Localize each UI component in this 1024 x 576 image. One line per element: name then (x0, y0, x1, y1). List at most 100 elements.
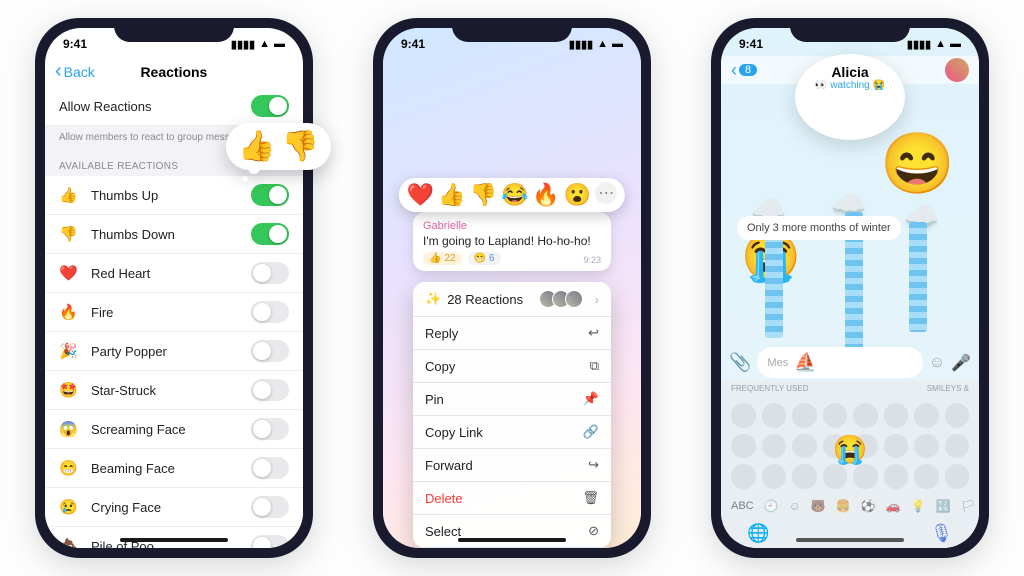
react-fire[interactable]: 🔥 (532, 182, 559, 208)
react-joy[interactable]: 😂 (501, 182, 528, 208)
menu-reply[interactable]: Reply↩ (413, 317, 611, 350)
react-thumbs-up[interactable]: 👍 (438, 182, 465, 208)
symbols-icon[interactable]: 🔣 (936, 499, 951, 513)
emoji-cell[interactable] (884, 434, 909, 459)
emoji-icon: 😱 (59, 420, 81, 438)
abc-button[interactable]: ABC (731, 500, 754, 512)
reaction-badge-like[interactable]: 👍 22 (423, 252, 462, 265)
reaction-toggle[interactable] (251, 379, 289, 401)
reaction-toggle[interactable] (251, 496, 289, 518)
menu-pin[interactable]: Pin📌 (413, 383, 611, 416)
thumbs-up-icon: 👍 (238, 129, 275, 164)
sailboat-emoji: ⛵ (794, 352, 816, 373)
emoji-cell[interactable] (762, 403, 787, 428)
emoji-cell[interactable] (792, 464, 817, 489)
menu-delete[interactable]: Delete🗑 (413, 482, 611, 515)
message-bubble[interactable]: Gabrielle I'm going to Lapland! Ho-ho-ho… (413, 212, 611, 271)
emoji-cell[interactable] (914, 403, 939, 428)
emoji-cell[interactable] (792, 434, 817, 459)
message-input[interactable]: Mes ⛵ (757, 347, 922, 378)
emoji-cell[interactable] (762, 464, 787, 489)
reaction-toggle[interactable] (251, 184, 289, 206)
sticker-icon[interactable]: ☺ (929, 354, 945, 372)
reaction-toggle[interactable] (251, 418, 289, 440)
emoji-cell[interactable] (945, 464, 970, 489)
message-time: 9:23 (583, 255, 601, 265)
food-icon[interactable]: 🍔 (836, 499, 851, 513)
flags-icon[interactable]: 🏳 (961, 499, 976, 513)
globe-icon[interactable]: 🌐 (747, 523, 769, 544)
animal-icon[interactable]: 🐻 (811, 499, 826, 513)
emoji-cell[interactable] (823, 403, 848, 428)
reaction-row: 😱Screaming Face (45, 410, 303, 449)
wifi-icon: ▲ (935, 38, 946, 50)
menu-forward[interactable]: Forward↪ (413, 449, 611, 482)
emoji-cell[interactable] (914, 464, 939, 489)
emoji-icon: 💩 (59, 537, 81, 548)
home-indicator[interactable] (796, 538, 904, 542)
clock: 9:41 (739, 37, 763, 51)
emoji-cell[interactable] (792, 403, 817, 428)
emoji-cell[interactable] (731, 434, 756, 459)
reaction-overlay-bubble: 👍 👎 (226, 123, 331, 170)
selected-emoji[interactable]: 😭 (833, 433, 868, 466)
react-more-icon[interactable]: ⋯ (595, 182, 617, 204)
mic-icon[interactable]: 🎤 (951, 353, 971, 373)
emoji-cell[interactable] (731, 464, 756, 489)
notch (452, 18, 572, 42)
menu-copy[interactable]: Copy⧉ (413, 350, 611, 383)
reaction-row: 🎉Party Popper (45, 332, 303, 371)
mic-icon[interactable]: 🎙 (930, 523, 953, 544)
emoji-cell[interactable] (884, 464, 909, 489)
react-wow[interactable]: 😮 (564, 182, 591, 208)
emoji-cell[interactable] (945, 403, 970, 428)
menu-copy-link[interactable]: Copy Link🔗 (413, 416, 611, 449)
clock-icon[interactable]: 🕘 (764, 499, 779, 513)
reactions-summary-row[interactable]: ✨ 28 Reactions › (413, 282, 611, 317)
react-heart[interactable]: ❤️ (407, 182, 434, 208)
chat-avatar[interactable] (945, 58, 969, 82)
menu-icon: 🔗 (583, 424, 599, 440)
emoji-cell[interactable] (731, 403, 756, 428)
emoji-icon: 👍 (59, 186, 81, 204)
emoji-cell[interactable] (945, 434, 970, 459)
reaction-toggle[interactable] (251, 262, 289, 284)
menu-icon: 📌 (583, 391, 599, 407)
menu-select[interactable]: Select⊘ (413, 515, 611, 548)
nav-bar: ‹ Back Reactions (45, 56, 303, 87)
emoji-cell[interactable] (823, 464, 848, 489)
reaction-toggle[interactable] (251, 223, 289, 245)
home-indicator[interactable] (120, 538, 228, 542)
reaction-toggle[interactable] (251, 535, 289, 548)
emoji-cell[interactable] (762, 434, 787, 459)
travel-icon[interactable]: 🚗 (886, 499, 901, 513)
reaction-badge-grin[interactable]: 😁 6 (468, 252, 501, 265)
reaction-toggle[interactable] (251, 340, 289, 362)
attach-icon[interactable]: 📎 (729, 352, 751, 373)
kbd-tab-smileys[interactable]: SMILEYS & (927, 384, 969, 393)
allow-reactions-toggle[interactable] (251, 95, 289, 117)
unread-count: 8 (739, 64, 757, 76)
reaction-row: 😢Crying Face (45, 488, 303, 527)
menu-icon: ↪ (588, 457, 599, 473)
message-text: I'm going to Lapland! Ho-ho-ho! (423, 234, 601, 248)
sparkle-icon: ✨ (425, 291, 441, 307)
reaction-toggle[interactable] (251, 301, 289, 323)
emoji-icon: 👎 (59, 225, 81, 243)
reaction-toggle[interactable] (251, 457, 289, 479)
emoji-cell[interactable] (914, 434, 939, 459)
home-indicator[interactable] (458, 538, 566, 542)
signal-icon: ▮▮▮▮ (231, 38, 255, 51)
emoji-cell[interactable] (853, 464, 878, 489)
back-button[interactable]: ‹8 (731, 60, 757, 81)
objects-icon[interactable]: 💡 (911, 499, 926, 513)
incoming-message[interactable]: Only 3 more months of winter (737, 216, 901, 240)
emoji-cell[interactable] (884, 403, 909, 428)
smiley-icon[interactable]: ☺ (789, 499, 801, 513)
kbd-tab-frequent[interactable]: FREQUENTLY USED (731, 384, 809, 393)
phone-chat-emoji: 9:41 ▮▮▮▮ ▲ ▬ ‹8 Alicia 👀 watching 😭 (711, 18, 989, 558)
activity-icon[interactable]: ⚽ (861, 499, 876, 513)
reaction-label: Thumbs Down (91, 227, 251, 242)
emoji-cell[interactable] (853, 403, 878, 428)
react-thumbs-down[interactable]: 👎 (470, 182, 497, 208)
